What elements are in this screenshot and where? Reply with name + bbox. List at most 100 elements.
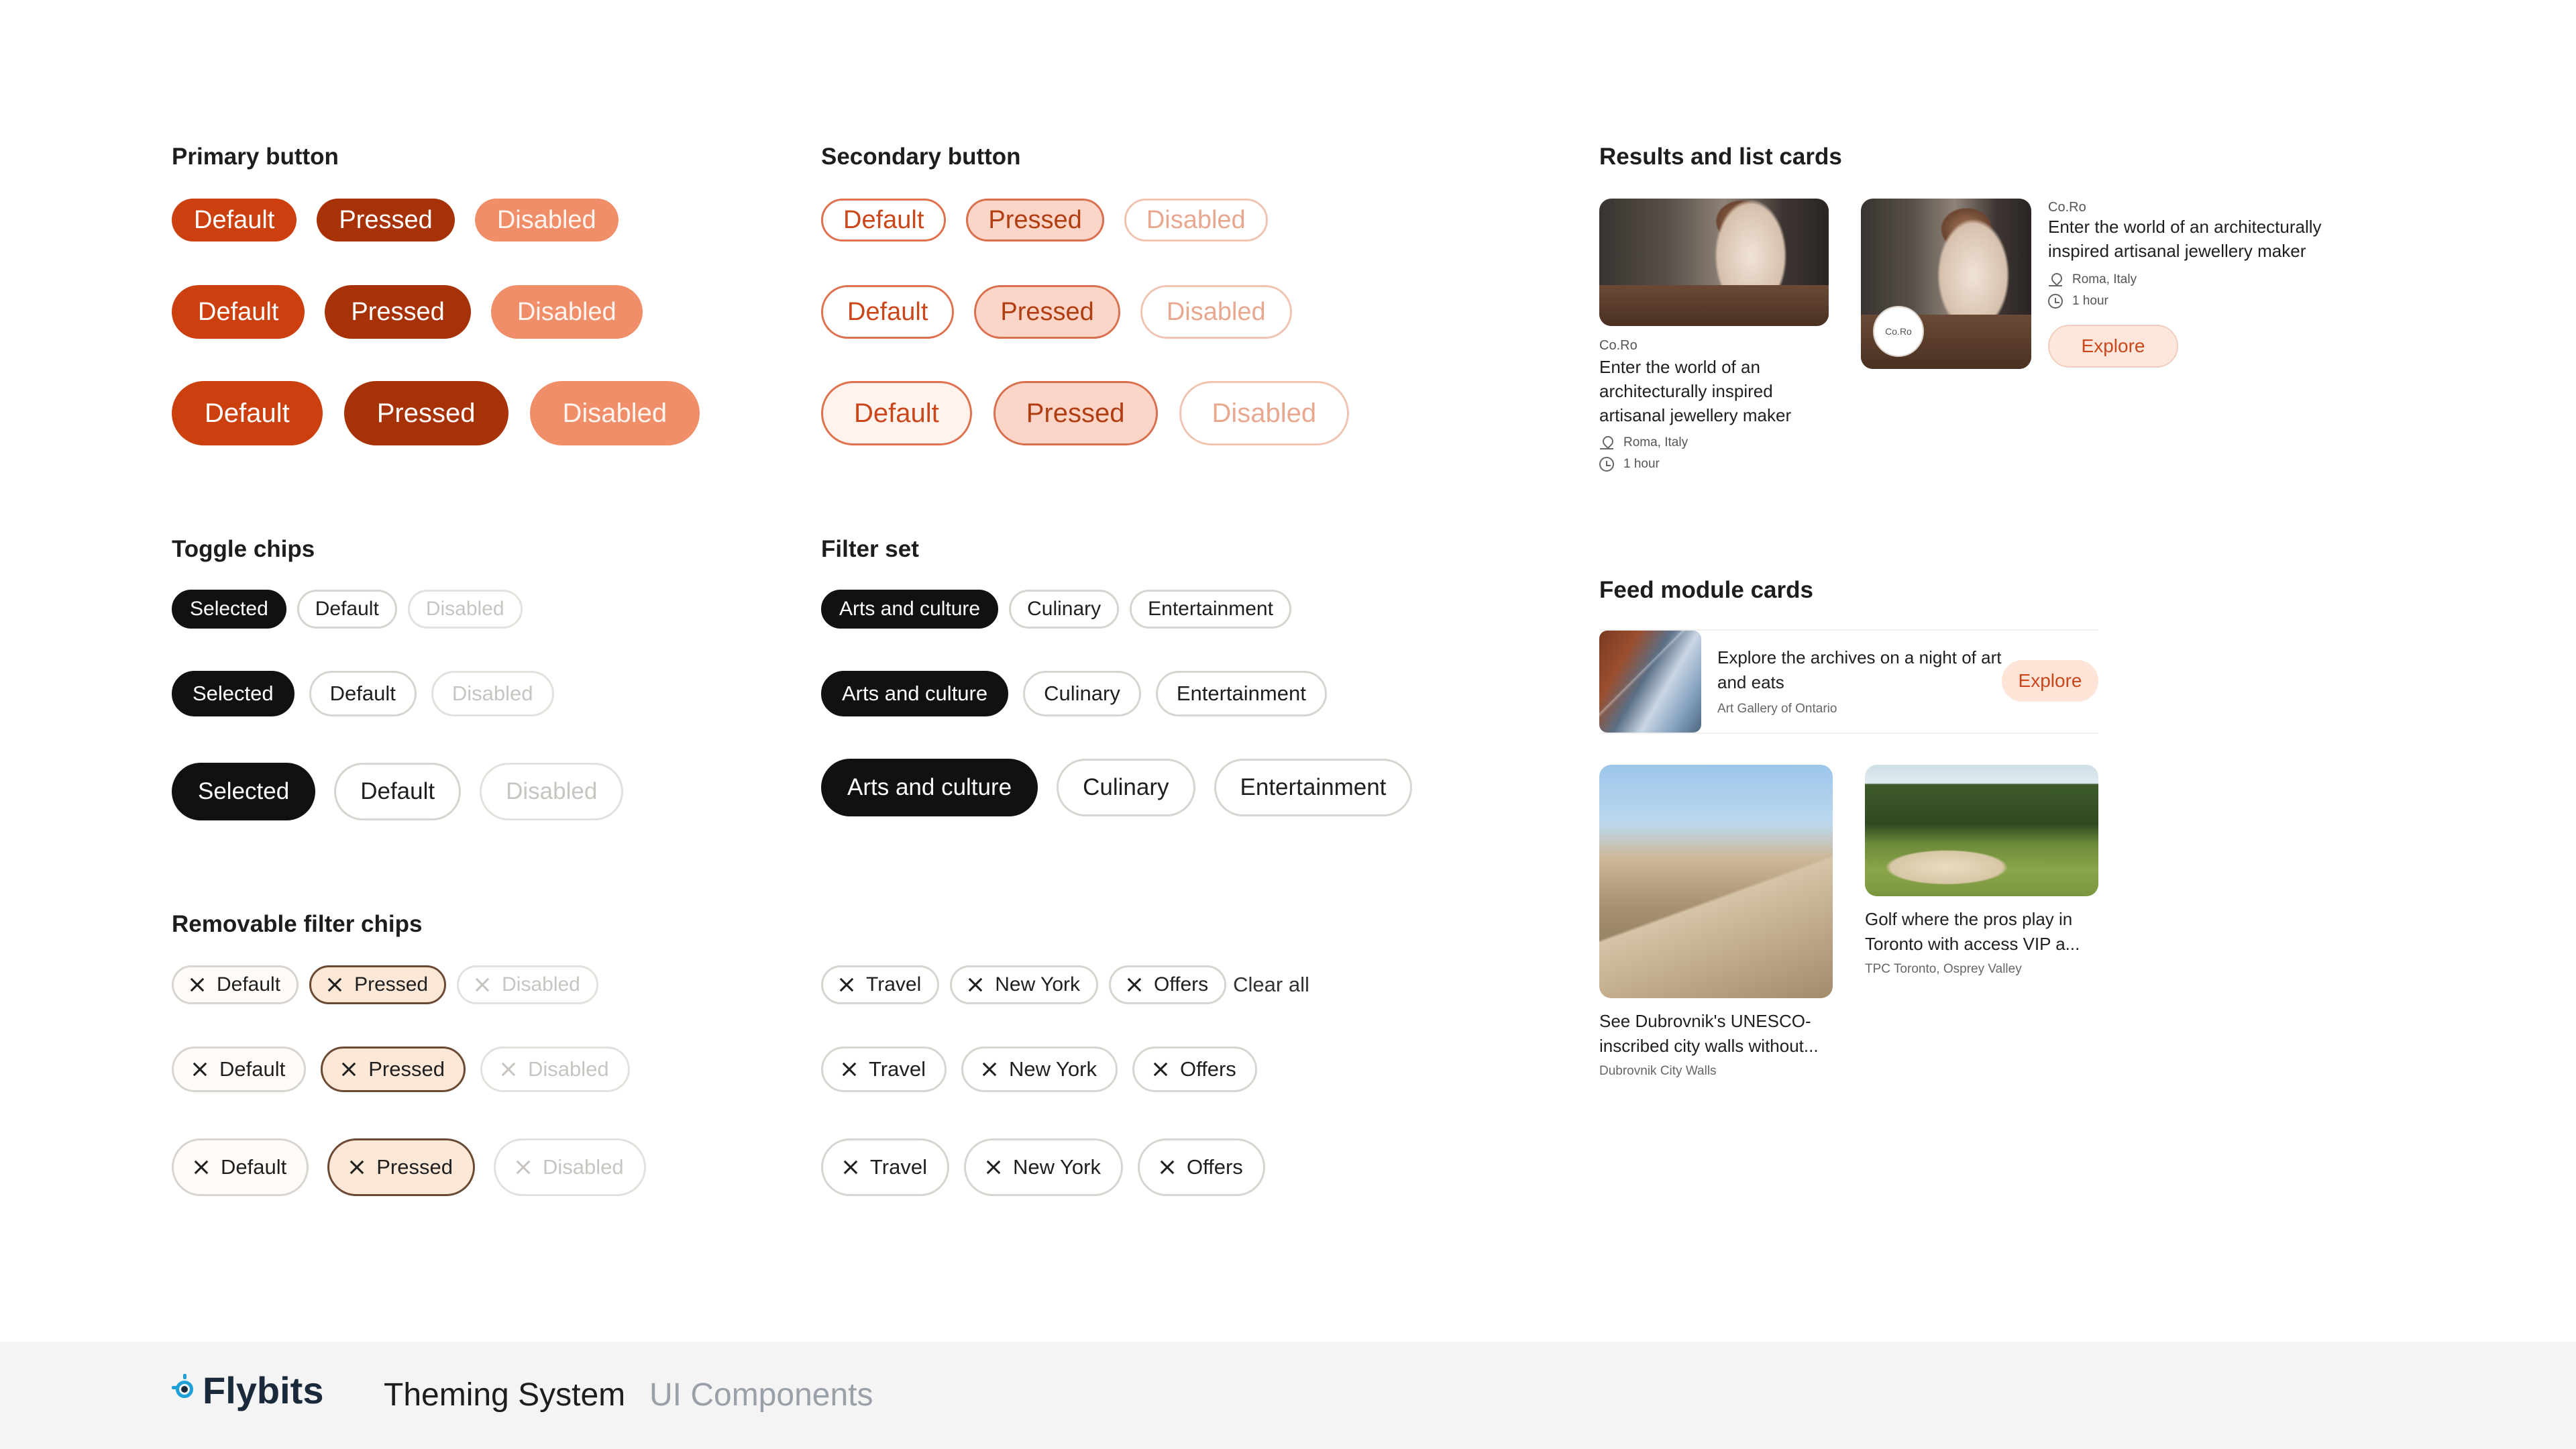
filter-chip-entertainment[interactable]: Entertainment — [1130, 590, 1291, 629]
tag-chip-offers[interactable]: Offers — [1132, 1046, 1257, 1092]
feed-row-image[interactable] — [1599, 631, 1701, 733]
feed-row-explore-button[interactable]: Explore — [2002, 660, 2098, 702]
removable-chip-default[interactable]: Default — [172, 1138, 309, 1196]
toggle-chip-disabled[interactable]: Disabled — [407, 590, 523, 629]
secondary-default-button[interactable]: Default — [821, 285, 955, 339]
list-card-explore-button[interactable]: Explore — [2048, 325, 2178, 368]
feed-tile-golf-image[interactable] — [1865, 765, 2098, 896]
close-icon[interactable] — [1153, 1062, 1168, 1077]
duration-text: 1 hour — [2072, 294, 2108, 308]
removable-chip-pressed[interactable]: Pressed — [327, 1138, 475, 1196]
secondary-row-medium: Default Pressed Disabled — [821, 285, 1292, 339]
removable-chip-disabled[interactable]: Disabled — [457, 965, 598, 1004]
tag-chip-offers[interactable]: Offers — [1109, 965, 1227, 1004]
toggle-chip-disabled[interactable]: Disabled — [480, 763, 624, 820]
close-icon — [501, 1062, 516, 1077]
primary-disabled-button[interactable]: Disabled — [529, 381, 700, 445]
secondary-disabled-button[interactable]: Disabled — [1179, 381, 1350, 445]
close-icon[interactable] — [843, 1160, 858, 1175]
chip-label: Offers — [1186, 1155, 1243, 1179]
tag-row-large: Travel New York Offers — [821, 1138, 1265, 1196]
feed-tile-dubrovnik-title[interactable]: See Dubrovnik's UNESCO-inscribed city wa… — [1599, 1009, 1835, 1059]
close-icon[interactable] — [350, 1160, 364, 1175]
filter-chip-entertainment[interactable]: Entertainment — [1214, 759, 1413, 816]
primary-default-button[interactable]: Default — [172, 199, 297, 241]
close-icon[interactable] — [986, 1160, 1001, 1175]
close-icon[interactable] — [982, 1062, 997, 1077]
clear-all-link[interactable]: Clear all — [1233, 973, 1309, 997]
secondary-pressed-button[interactable]: Pressed — [966, 199, 1104, 241]
tag-chip-new-york[interactable]: New York — [950, 965, 1098, 1004]
close-icon[interactable] — [327, 977, 342, 992]
toggle-chip-default[interactable]: Default — [309, 671, 417, 716]
primary-disabled-button[interactable]: Disabled — [490, 285, 643, 339]
close-icon[interactable] — [1160, 1160, 1175, 1175]
removable-chip-pressed[interactable]: Pressed — [309, 965, 447, 1004]
removable-row-large: Default Pressed Disabled — [172, 1138, 646, 1196]
removable-chip-default[interactable]: Default — [172, 965, 299, 1004]
toggle-chip-default[interactable]: Default — [297, 590, 397, 629]
secondary-pressed-button[interactable]: Pressed — [974, 285, 1120, 339]
close-icon[interactable] — [968, 977, 983, 992]
toggle-chip-default[interactable]: Default — [334, 763, 462, 820]
secondary-disabled-button[interactable]: Disabled — [1124, 199, 1268, 241]
close-icon[interactable] — [1127, 977, 1142, 992]
filter-chip-culinary[interactable]: Culinary — [1009, 590, 1120, 629]
secondary-default-button[interactable]: Default — [821, 381, 972, 445]
filter-chip-culinary[interactable]: Culinary — [1057, 759, 1195, 816]
close-icon[interactable] — [341, 1062, 356, 1077]
toggle-chip-selected[interactable]: Selected — [172, 763, 316, 820]
tag-chip-travel[interactable]: Travel — [821, 1138, 949, 1196]
close-icon[interactable] — [194, 1160, 209, 1175]
duration-text: 1 hour — [1623, 457, 1660, 471]
feed-row-title[interactable]: Explore the archives on a night of art a… — [1717, 645, 2006, 695]
tag-chip-travel[interactable]: Travel — [821, 1046, 947, 1092]
feed-cards-title: Feed module cards — [1599, 577, 1813, 603]
feed-tile-golf-title[interactable]: Golf where the pros play in Toronto with… — [1865, 907, 2101, 957]
close-icon[interactable] — [190, 977, 205, 992]
chip-label: Pressed — [376, 1155, 453, 1179]
tag-chip-new-york[interactable]: New York — [961, 1046, 1118, 1092]
primary-pressed-button[interactable]: Pressed — [343, 381, 508, 445]
list-card-image[interactable]: Co.Ro — [1861, 199, 2031, 369]
toggle-chip-selected[interactable]: Selected — [172, 590, 286, 629]
filter-chip-arts[interactable]: Arts and culture — [821, 759, 1038, 816]
list-card-title[interactable]: Enter the world of an architecturally in… — [2048, 215, 2370, 263]
removable-chip-pressed[interactable]: Pressed — [321, 1046, 466, 1092]
toggle-chip-selected[interactable]: Selected — [172, 671, 294, 716]
tag-chip-travel[interactable]: Travel — [821, 965, 940, 1004]
toggle-chip-disabled[interactable]: Disabled — [431, 671, 554, 716]
filter-chip-arts[interactable]: Arts and culture — [821, 590, 999, 629]
tag-chip-offers[interactable]: Offers — [1137, 1138, 1265, 1196]
close-icon[interactable] — [839, 977, 854, 992]
removable-chip-disabled[interactable]: Disabled — [493, 1138, 646, 1196]
flybits-logo: Flybits — [172, 1368, 323, 1412]
secondary-disabled-button[interactable]: Disabled — [1140, 285, 1292, 339]
close-icon[interactable] — [842, 1062, 857, 1077]
result-card-image[interactable] — [1599, 199, 1829, 326]
filter-chip-culinary[interactable]: Culinary — [1023, 671, 1141, 716]
primary-disabled-button[interactable]: Disabled — [474, 199, 619, 241]
filter-chip-arts[interactable]: Arts and culture — [821, 671, 1009, 716]
chip-label: Disabled — [542, 1155, 624, 1179]
tag-row-small: Travel New York Offers Clear all — [821, 965, 1309, 1004]
feed-tile-dubrovnik-image[interactable] — [1599, 765, 1833, 998]
brand-name: Flybits — [203, 1369, 324, 1411]
close-icon[interactable] — [193, 1062, 207, 1077]
feed-row-subtitle: Art Gallery of Ontario — [1717, 702, 1837, 716]
secondary-pressed-button[interactable]: Pressed — [993, 381, 1158, 445]
removable-chip-default[interactable]: Default — [172, 1046, 307, 1092]
filter-row-medium: Arts and culture Culinary Entertainment — [821, 671, 1327, 716]
primary-pressed-button[interactable]: Pressed — [317, 199, 455, 241]
result-card-title[interactable]: Enter the world of an architecturally in… — [1599, 355, 1827, 427]
tag-chip-new-york[interactable]: New York — [963, 1138, 1123, 1196]
primary-default-button[interactable]: Default — [172, 285, 305, 339]
primary-pressed-button[interactable]: Pressed — [325, 285, 471, 339]
primary-row-large: Default Pressed Disabled — [172, 381, 700, 445]
primary-row-medium: Default Pressed Disabled — [172, 285, 643, 339]
list-card-brand: Co.Ro — [2048, 200, 2086, 215]
removable-chip-disabled[interactable]: Disabled — [480, 1046, 630, 1092]
secondary-default-button[interactable]: Default — [821, 199, 947, 241]
filter-chip-entertainment[interactable]: Entertainment — [1155, 671, 1327, 716]
primary-default-button[interactable]: Default — [172, 381, 323, 445]
